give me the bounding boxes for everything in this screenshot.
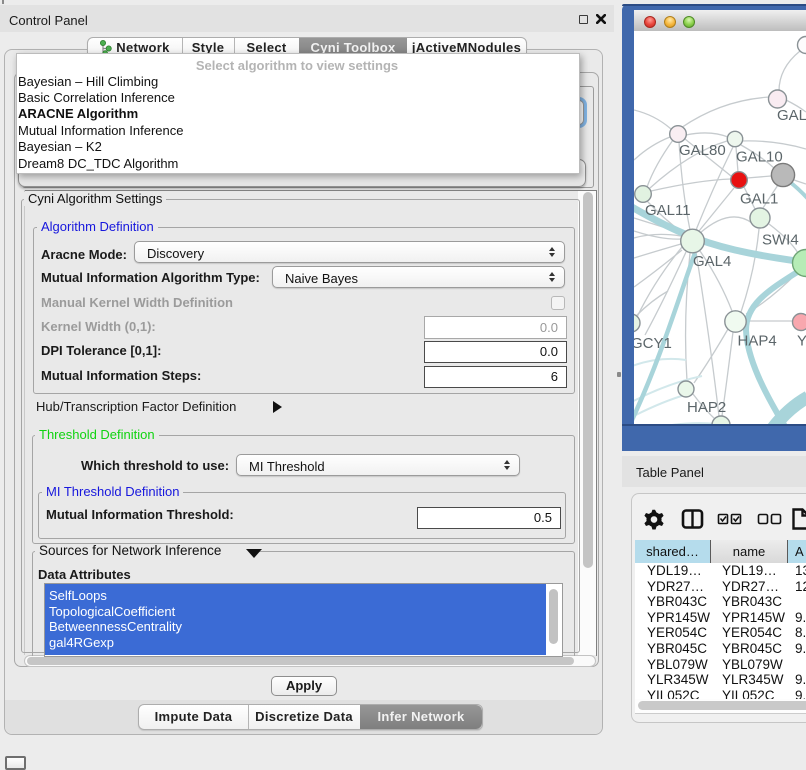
svg-text:GAL11: GAL11: [645, 202, 691, 219]
svg-text:GAL1: GAL1: [740, 191, 778, 208]
svg-text:GAL10: GAL10: [736, 149, 783, 166]
svg-text:GAL7: GAL7: [777, 107, 806, 124]
svg-text:SWI4: SWI4: [762, 232, 799, 249]
svg-text:GAL80: GAL80: [679, 142, 726, 159]
svg-text:HAP4: HAP4: [738, 333, 777, 350]
svg-text:GCY1: GCY1: [634, 335, 672, 352]
svg-text:HAP2: HAP2: [687, 399, 726, 416]
svg-text:GAL4: GAL4: [693, 253, 731, 270]
svg-text:YMR: YMR: [797, 333, 806, 350]
